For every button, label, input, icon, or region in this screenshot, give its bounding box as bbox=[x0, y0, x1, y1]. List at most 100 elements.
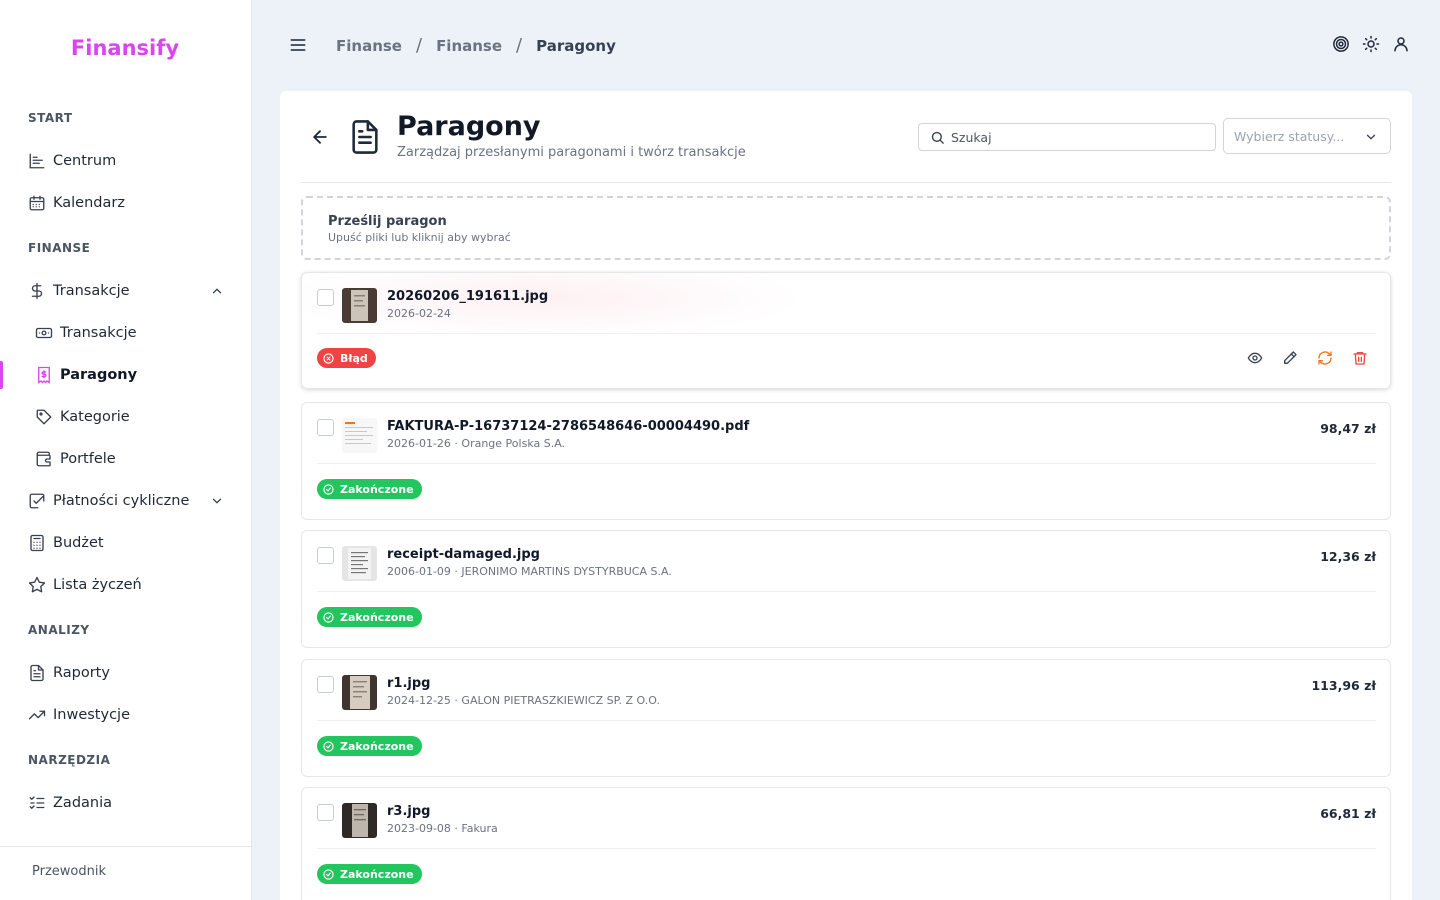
app-logo[interactable]: Finansify bbox=[0, 36, 250, 60]
status-badge: Zakończone bbox=[317, 479, 422, 499]
receipt-meta: 2024-12-25 · GALON PIETRASZKIEWICZ SP. Z… bbox=[387, 694, 660, 707]
sidebar-item-label: Portfele bbox=[60, 451, 116, 467]
breadcrumb-item[interactable]: Finanse bbox=[336, 37, 402, 55]
sidebar-item-kategorie[interactable]: Kategorie bbox=[35, 402, 228, 432]
sun-icon[interactable] bbox=[1362, 35, 1380, 53]
sidebar-item-paragony[interactable]: Paragony bbox=[35, 360, 228, 390]
receipt-meta: 2023-09-08 · Fakura bbox=[387, 822, 498, 835]
receipt-checkbox[interactable] bbox=[317, 804, 334, 821]
wallet-icon bbox=[35, 450, 53, 468]
sidebar-item-label: Paragony bbox=[60, 367, 138, 383]
receipt-card[interactable]: r1.jpg 2024-12-25 · GALON PIETRASZKIEWIC… bbox=[301, 659, 1391, 777]
chart-icon bbox=[28, 152, 46, 170]
receipt-actions bbox=[1247, 350, 1368, 366]
sidebar-item-raporty[interactable]: Raporty bbox=[28, 658, 228, 688]
sidebar: Finansify START Centrum Kalendarz FINANS… bbox=[0, 0, 252, 900]
status-badge-label: Zakończone bbox=[340, 610, 414, 624]
sidebar-item-transakcje-group[interactable]: Transakcje bbox=[28, 276, 228, 306]
breadcrumb-current: Paragony bbox=[536, 36, 616, 55]
menu-icon[interactable] bbox=[288, 35, 308, 55]
main-card: Paragony Zarządzaj przesłanymi paragonam… bbox=[280, 91, 1412, 900]
chevron-down-icon bbox=[1366, 134, 1376, 140]
status-badge: Błąd bbox=[317, 348, 376, 368]
receipt-card[interactable]: receipt-damaged.jpg 2006-01-09 · JERONIM… bbox=[301, 530, 1391, 648]
sidebar-item-portfele[interactable]: Portfele bbox=[35, 444, 228, 474]
receipt-amount: 12,36 zł bbox=[1320, 549, 1376, 564]
receipt-meta: 2026-02-24 bbox=[387, 307, 451, 320]
active-indicator bbox=[0, 361, 3, 389]
eye-icon[interactable] bbox=[1247, 350, 1263, 366]
pencil-icon[interactable] bbox=[1282, 350, 1298, 366]
sidebar-item-kalendarz[interactable]: Kalendarz bbox=[28, 188, 228, 218]
receipt-amount: 113,96 zł bbox=[1311, 678, 1376, 693]
upload-dropzone[interactable]: Prześlij paragon Upuść pliki lub kliknij… bbox=[301, 196, 1391, 260]
calendar-check-icon bbox=[28, 492, 46, 510]
receipt-checkbox[interactable] bbox=[317, 289, 334, 306]
receipt-divider bbox=[317, 591, 1376, 592]
trending-up-icon bbox=[28, 706, 46, 724]
receipt-thumbnail[interactable] bbox=[342, 803, 377, 838]
receipt-card[interactable]: 20260206_191611.jpg 2026-02-24 Błąd bbox=[301, 272, 1391, 389]
sidebar-item-transakcje[interactable]: Transakcje bbox=[35, 318, 228, 348]
receipt-divider bbox=[317, 848, 1376, 849]
status-badge-label: Zakończone bbox=[340, 482, 414, 496]
sidebar-item-centrum[interactable]: Centrum bbox=[28, 146, 228, 176]
receipt-thumbnail[interactable] bbox=[342, 675, 377, 710]
header-divider bbox=[301, 182, 1391, 183]
sidebar-item-lista-zyczen[interactable]: Lista życzeń bbox=[28, 570, 228, 600]
sidebar-item-inwestycje[interactable]: Inwestycje bbox=[28, 700, 228, 730]
receipt-filename[interactable]: receipt-damaged.jpg bbox=[387, 547, 540, 562]
receipt-card[interactable]: r3.jpg 2023-09-08 · Fakura 66,81 zł Zako… bbox=[301, 787, 1391, 900]
receipt-card[interactable]: FAKTURA-P-16737124-2786548646-00004490.p… bbox=[301, 402, 1391, 520]
trash-icon[interactable] bbox=[1352, 350, 1368, 366]
receipt-checkbox[interactable] bbox=[317, 547, 334, 564]
sidebar-item-label: Transakcje bbox=[53, 283, 130, 299]
chevron-down-icon[interactable] bbox=[210, 494, 224, 508]
sidebar-item-zadania[interactable]: Zadania bbox=[28, 788, 228, 818]
upload-title: Prześlij paragon bbox=[328, 214, 447, 229]
breadcrumb-separator: / bbox=[516, 35, 523, 56]
breadcrumb-item[interactable]: Finanse bbox=[436, 37, 502, 55]
target-icon[interactable] bbox=[1332, 35, 1350, 53]
receipt-filename[interactable]: FAKTURA-P-16737124-2786548646-00004490.p… bbox=[387, 419, 749, 434]
sidebar-item-label: Płatności cykliczne bbox=[53, 493, 190, 509]
status-filter-select[interactable]: Wybierz statusy... bbox=[1223, 118, 1391, 154]
document-icon bbox=[352, 120, 378, 154]
dollar-icon bbox=[28, 282, 46, 300]
receipt-checkbox[interactable] bbox=[317, 676, 334, 693]
search-input[interactable] bbox=[951, 129, 1201, 145]
search-icon bbox=[931, 131, 944, 144]
user-icon[interactable] bbox=[1392, 35, 1410, 53]
breadcrumb-separator: / bbox=[415, 35, 423, 56]
search-field[interactable] bbox=[918, 123, 1216, 151]
status-badge-label: Zakończone bbox=[340, 739, 414, 753]
sidebar-item-platnosci-cykliczne[interactable]: Płatności cykliczne bbox=[28, 486, 228, 516]
back-arrow-icon[interactable] bbox=[310, 127, 330, 147]
receipt-filename[interactable]: r3.jpg bbox=[387, 804, 430, 819]
sidebar-item-label: Zadania bbox=[53, 795, 113, 811]
status-select-placeholder: Wybierz statusy... bbox=[1234, 128, 1345, 144]
page-subtitle: Zarządzaj przesłanymi paragonami i twórz… bbox=[397, 145, 746, 160]
guide-link[interactable]: Przewodnik bbox=[32, 864, 106, 879]
nav-section-finanse: FINANSE bbox=[28, 241, 91, 255]
receipt-filename[interactable]: r1.jpg bbox=[387, 676, 430, 691]
receipt-meta: 2006-01-09 · JERONIMO MARTINS DYSTYRBUCA… bbox=[387, 565, 672, 578]
sidebar-item-label: Lista życzeń bbox=[53, 577, 142, 593]
status-badge: Zakończone bbox=[317, 736, 422, 756]
receipt-amount: 66,81 zł bbox=[1320, 806, 1376, 821]
receipt-checkbox[interactable] bbox=[317, 419, 334, 436]
refresh-icon[interactable] bbox=[1317, 350, 1333, 366]
banknote-icon bbox=[35, 324, 53, 342]
calendar-icon bbox=[28, 194, 46, 212]
receipt-filename[interactable]: 20260206_191611.jpg bbox=[387, 289, 548, 304]
chevron-up-icon[interactable] bbox=[210, 284, 224, 298]
status-badge-label: Błąd bbox=[340, 351, 368, 365]
receipt-thumbnail[interactable] bbox=[342, 418, 377, 453]
sidebar-item-budzet[interactable]: Budżet bbox=[28, 528, 228, 558]
star-icon bbox=[28, 576, 46, 594]
receipt-thumbnail[interactable] bbox=[342, 288, 377, 323]
receipt-amount: 98,47 zł bbox=[1320, 421, 1376, 436]
receipt-thumbnail[interactable] bbox=[342, 546, 377, 581]
sidebar-item-label: Centrum bbox=[53, 153, 117, 169]
status-badge: Zakończone bbox=[317, 864, 422, 884]
